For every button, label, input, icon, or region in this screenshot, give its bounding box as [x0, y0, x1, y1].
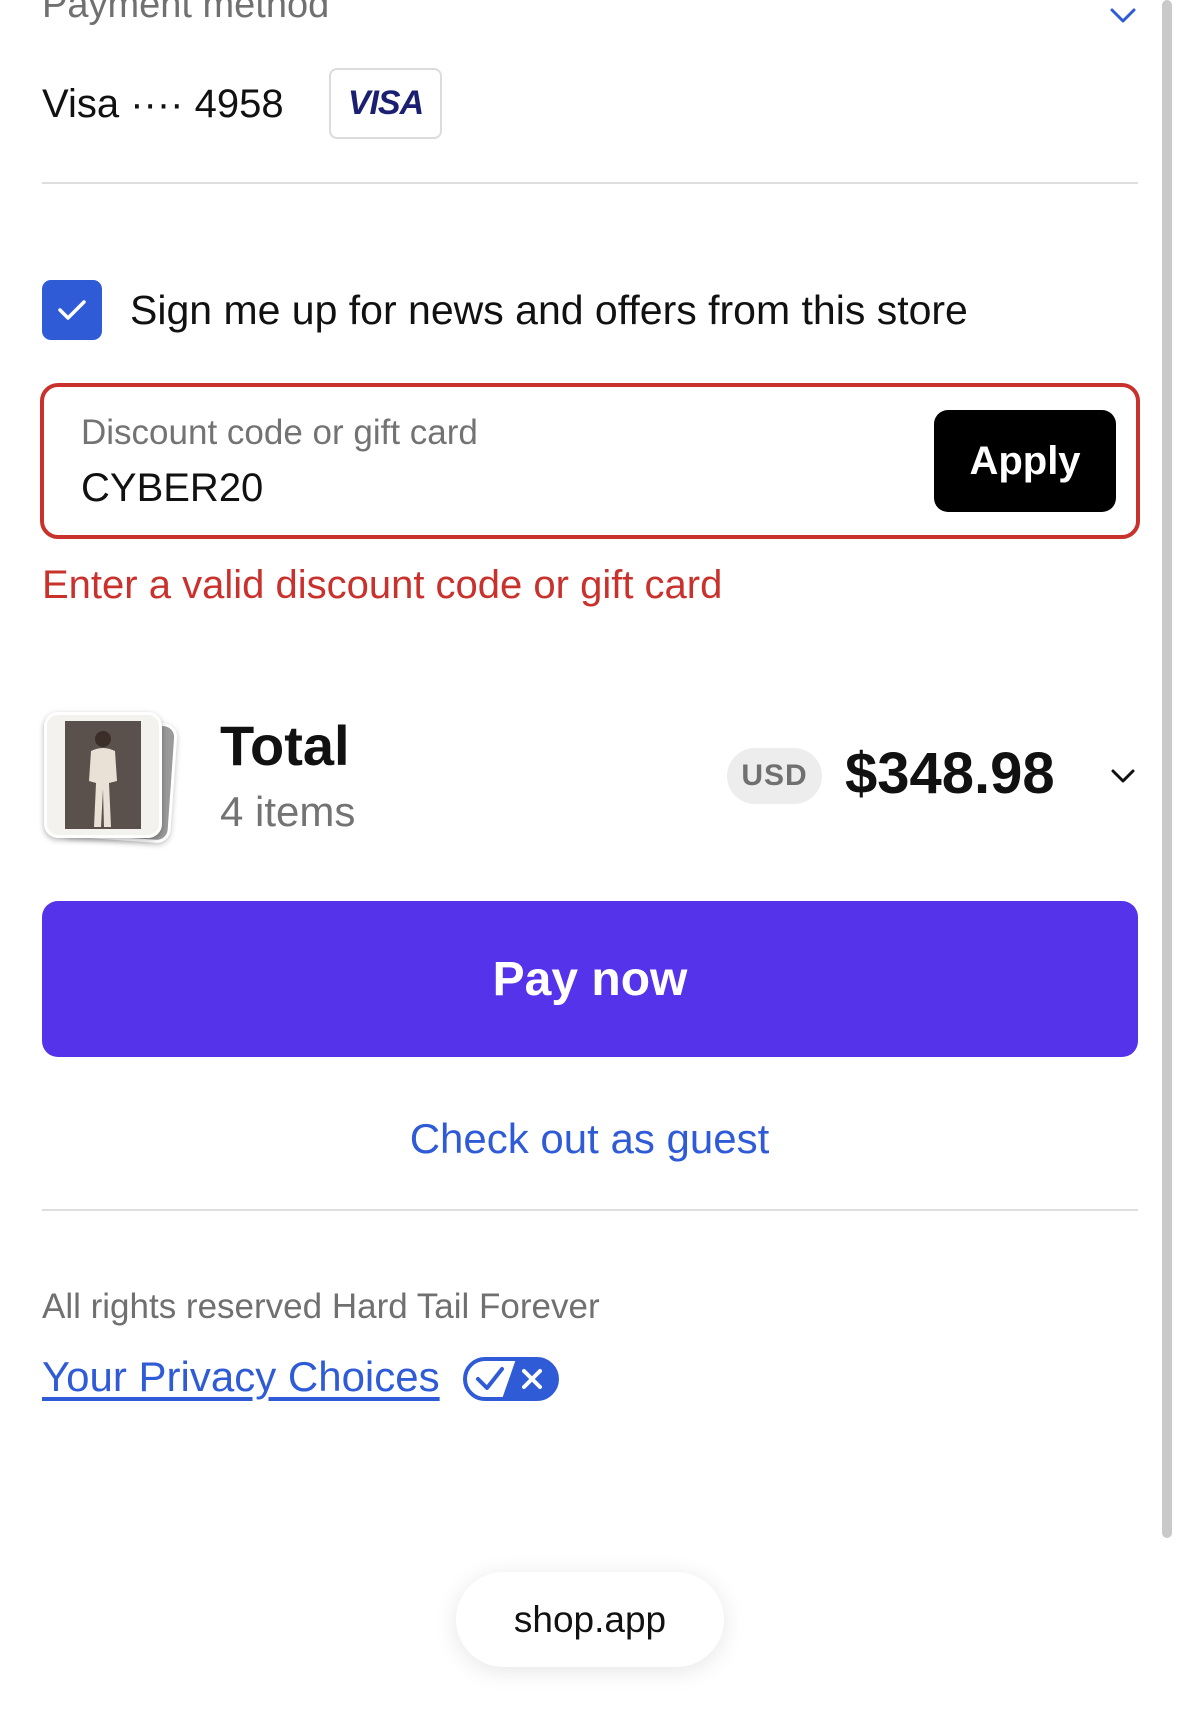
newsletter-checkbox[interactable] [42, 280, 102, 340]
pay-now-button[interactable]: Pay now [42, 901, 1138, 1057]
total-amount: $348.98 [845, 741, 1055, 806]
guest-checkout-container: Check out as guest [0, 1115, 1179, 1163]
divider [42, 1209, 1138, 1211]
apply-button[interactable]: Apply [934, 410, 1116, 512]
privacy-choices-icon[interactable] [462, 1356, 560, 1402]
payment-method-title: Payment method [42, 0, 330, 26]
privacy-choices-link[interactable]: Your Privacy Choices [42, 1353, 440, 1401]
discount-error-message: Enter a valid discount code or gift card [42, 563, 723, 607]
scrollbar[interactable] [1162, 0, 1172, 1538]
divider [42, 182, 1138, 184]
currency-badge: USD [727, 748, 822, 804]
check-out-as-guest-link[interactable]: Check out as guest [410, 1115, 770, 1163]
discount-field[interactable]: Discount code or gift card CYBER20 Apply [40, 383, 1140, 539]
newsletter-label[interactable]: Sign me up for news and offers from this… [130, 286, 968, 334]
check-icon [58, 300, 86, 320]
address-bar[interactable]: shop.app [456, 1572, 724, 1667]
payment-card-label: Visa ···· 4958 [42, 82, 284, 126]
chevron-down-icon[interactable] [1108, 766, 1138, 786]
cart-thumbnail-stack[interactable] [44, 712, 194, 844]
product-thumbnail [44, 712, 162, 838]
chevron-down-icon[interactable] [1108, 6, 1138, 26]
total-label: Total [220, 714, 350, 777]
checkout-page: Payment method Visa ···· 4958 VISA Sign … [0, 0, 1179, 1710]
discount-field-label: Discount code or gift card [81, 413, 478, 452]
discount-input[interactable]: CYBER20 [81, 465, 263, 511]
items-count: 4 items [220, 788, 356, 835]
copyright-text: All rights reserved Hard Tail Forever [42, 1287, 600, 1326]
visa-logo: VISA [329, 68, 442, 139]
address-bar-domain: shop.app [513, 1598, 667, 1640]
product-image [65, 721, 141, 829]
visa-logo-text: VISA [347, 84, 424, 122]
